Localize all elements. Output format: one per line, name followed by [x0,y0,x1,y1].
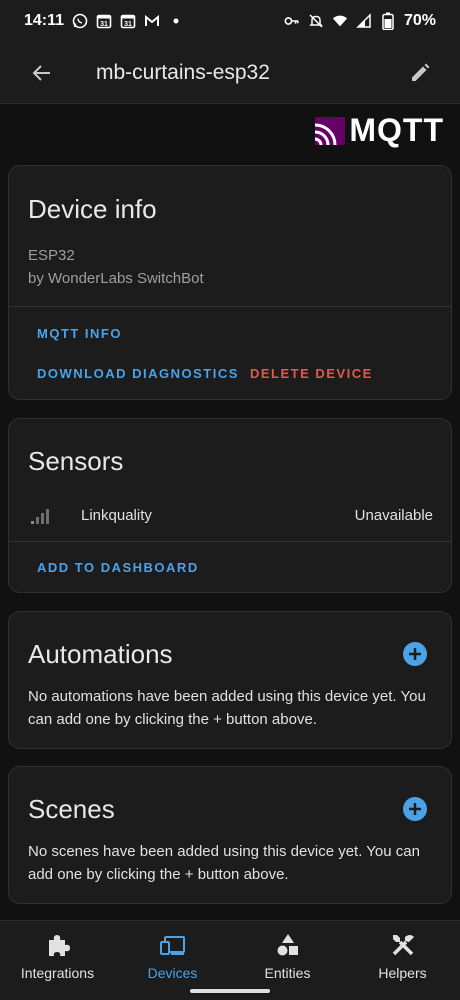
signal-bars-icon [29,503,53,527]
sensor-value: Unavailable [354,506,433,524]
add-automation-button[interactable] [403,642,427,666]
svg-text:31: 31 [100,21,108,28]
back-button[interactable] [12,42,72,104]
sensors-card: Sensors Linkquality Unavailable ADD TO D… [8,418,452,593]
bottom-nav: Integrations Devices Entities Helpers [0,920,460,1000]
nav-item-helpers[interactable]: Helpers [345,921,460,1000]
calendar-icon: 31 [96,13,112,29]
arrow-left-icon [32,64,50,81]
status-bar: 14:11 31 31 70% [0,0,460,42]
puzzle-icon [44,931,72,959]
sensor-row-linkquality[interactable]: Linkquality Unavailable [9,495,451,535]
plus-icon [409,803,421,815]
whatsapp-icon [72,13,88,29]
sensors-title: Sensors [28,446,124,476]
automations-title: Automations [28,639,173,669]
delete-device-button[interactable]: DELETE DEVICE [250,366,373,381]
status-time: 14:11 [24,12,65,29]
nav-label: Helpers [378,965,427,981]
device-info-card: Device info ESP32 by WonderLabs SwitchBo… [8,165,452,400]
automations-card: Automations No automations have been add… [8,611,452,749]
calendar-icon: 31 [120,13,136,29]
key-icon [284,13,300,29]
wifi-icon [332,13,348,29]
device-model: ESP32 [28,247,75,264]
dot-icon [168,13,184,29]
signal-icon [356,13,372,29]
automations-description: No automations have been added using thi… [28,688,426,728]
device-info-title: Device info [28,194,157,224]
scenes-title: Scenes [28,794,115,824]
mqtt-waves-icon [315,116,346,145]
battery-percent: 70% [403,12,436,29]
plus-icon [409,648,421,660]
device-manufacturer: by WonderLabs SwitchBot [28,270,204,287]
edit-button[interactable] [400,53,440,93]
status-right: 70% [284,12,436,30]
page-title: mb-curtains-esp32 [96,60,270,84]
download-diagnostics-button[interactable]: DOWNLOAD DIAGNOSTICS [37,366,239,381]
status-left: 14:11 31 31 [24,12,184,30]
svg-text:31: 31 [124,21,132,28]
devices-icon [159,931,187,959]
mqtt-logo: MQTT [315,112,444,149]
divider [9,541,451,542]
gmail-icon [144,13,160,29]
pencil-icon [412,63,430,81]
tools-icon [389,931,417,959]
nav-label: Integrations [20,965,95,981]
mqtt-brand-text: MQTT [349,112,444,148]
divider [9,306,451,307]
nav-label: Devices [147,965,198,981]
mute-icon [308,13,324,29]
mqtt-info-button[interactable]: MQTT INFO [37,326,122,341]
shapes-icon [274,931,302,959]
sensor-name: Linkquality [81,506,152,524]
scenes-description: No scenes have been added using this dev… [28,843,420,883]
nav-item-integrations[interactable]: Integrations [0,921,115,1000]
gesture-handle[interactable] [190,989,270,993]
add-to-dashboard-button[interactable]: ADD TO DASHBOARD [37,560,199,575]
battery-icon [380,12,396,30]
nav-label: Entities [264,965,311,981]
app-bar: mb-curtains-esp32 [0,42,460,104]
add-scene-button[interactable] [403,797,427,821]
scenes-card: Scenes No scenes have been added using t… [8,766,452,904]
